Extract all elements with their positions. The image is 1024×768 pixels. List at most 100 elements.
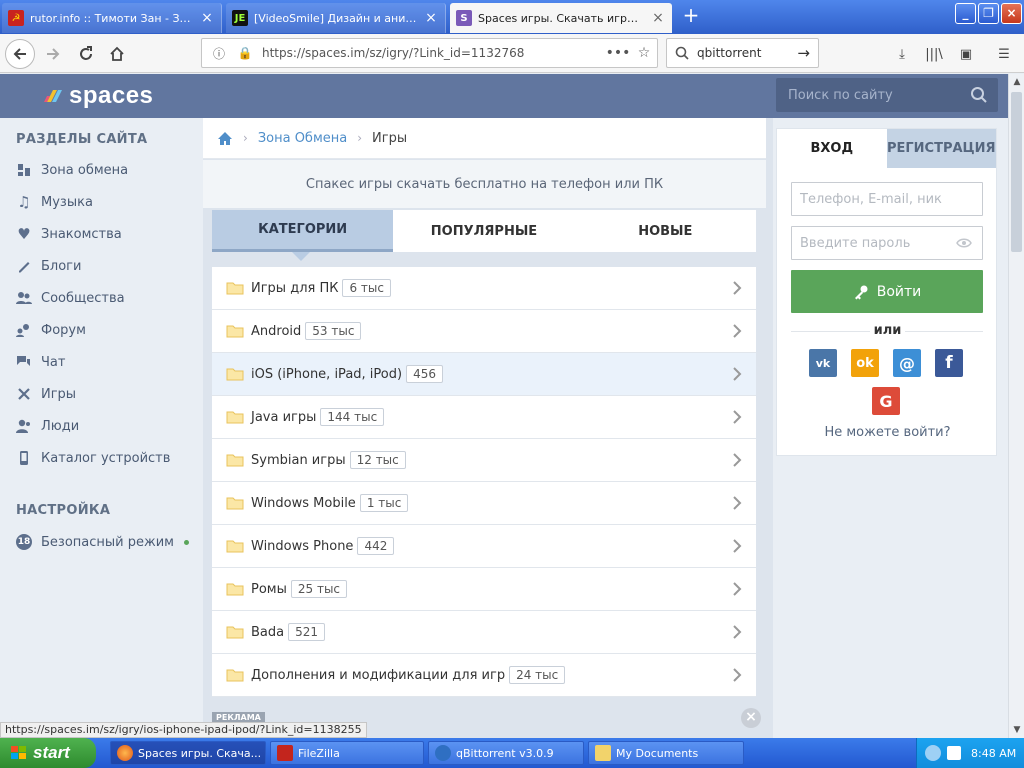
- bookmark-star-icon[interactable]: ☆: [631, 45, 657, 61]
- taskbar-task-firefox[interactable]: Spaces игры. Скача...: [110, 741, 266, 765]
- vk-login-button[interactable]: vk: [809, 349, 837, 377]
- close-tab-icon[interactable]: ×: [199, 10, 215, 26]
- scroll-up-icon[interactable]: ▲: [1009, 74, 1024, 90]
- start-button[interactable]: start: [0, 738, 96, 768]
- category-count: 53 тыс: [305, 322, 362, 340]
- filezilla-icon: [277, 745, 293, 761]
- home-button[interactable]: [102, 39, 132, 69]
- back-button[interactable]: [5, 39, 35, 69]
- tab-popular[interactable]: ПОПУЛЯРНЫЕ: [393, 210, 574, 252]
- home-icon[interactable]: [217, 131, 233, 146]
- sidebar-toggle-button[interactable]: ▣: [951, 39, 981, 69]
- category-count: 1 тыс: [359, 494, 409, 512]
- new-tab-button[interactable]: +: [680, 5, 702, 27]
- address-bar[interactable]: ⓘ 🔒 https://spaces.im/sz/igry/?Link_id=1…: [201, 38, 658, 68]
- close-window-button[interactable]: ×: [1001, 3, 1022, 24]
- forward-button[interactable]: [38, 39, 68, 69]
- category-name: Windows Mobile: [251, 495, 356, 511]
- list-item[interactable]: Android 53 тыс: [212, 310, 756, 353]
- maximize-window-button[interactable]: ❐: [978, 3, 999, 24]
- library-button[interactable]: |||\: [919, 39, 949, 69]
- login-button[interactable]: Войти: [791, 270, 983, 313]
- google-login-button[interactable]: G: [872, 387, 900, 415]
- sidebar-item-people[interactable]: Люди: [16, 418, 79, 434]
- search-icon[interactable]: [970, 86, 988, 104]
- list-item[interactable]: Ромы 25 тыс: [212, 568, 756, 611]
- clock[interactable]: 8:48 AM: [971, 747, 1016, 760]
- chevron-right-icon: [733, 668, 742, 682]
- close-tab-icon[interactable]: ×: [423, 10, 439, 26]
- browser-tab-rutor[interactable]: ☭ rutor.info :: Тимоти Зан - Звёздн ×: [2, 3, 222, 33]
- folder-icon: [226, 325, 244, 338]
- category-count: 6 тыс: [342, 279, 391, 297]
- sidebar-item-chat[interactable]: Чат: [16, 354, 65, 370]
- menu-button[interactable]: ☰: [989, 39, 1019, 69]
- list-item[interactable]: Bada 521: [212, 611, 756, 654]
- list-item[interactable]: Windows Mobile 1 тыс: [212, 482, 756, 525]
- go-arrow-icon[interactable]: →: [797, 44, 810, 62]
- safe-mode-toggle[interactable]: 18 Безопасный режим: [16, 534, 189, 550]
- spaces-logo[interactable]: spaces: [44, 82, 153, 110]
- tab-register[interactable]: РЕГИСТРАЦИЯ: [886, 129, 996, 168]
- login-field[interactable]: Телефон, E-mail, ник: [791, 182, 983, 216]
- category-count: 25 тыс: [290, 580, 348, 598]
- tab-login[interactable]: ВХОД: [777, 129, 887, 168]
- site-search-input[interactable]: Поиск по сайту: [776, 78, 998, 112]
- close-tab-icon[interactable]: ×: [650, 10, 666, 26]
- tab-new[interactable]: НОВЫЕ: [575, 210, 756, 252]
- sidebar-item-communities[interactable]: Сообщества: [16, 290, 125, 306]
- info-icon[interactable]: ⓘ: [210, 44, 228, 62]
- folder-icon: [226, 497, 244, 510]
- list-item[interactable]: Symbian игры 12 тыс: [212, 439, 756, 482]
- forward-arrow-icon: [47, 48, 60, 60]
- reload-button[interactable]: [71, 39, 101, 69]
- sidebar-item-forum[interactable]: Форум: [16, 322, 86, 338]
- password-field[interactable]: Введите пароль: [791, 226, 983, 260]
- tab-categories[interactable]: КАТЕГОРИИ: [212, 210, 394, 252]
- downloads-button[interactable]: ⤓: [887, 39, 917, 69]
- close-ad-icon[interactable]: ×: [741, 708, 761, 728]
- category-tabs: КАТЕГОРИИ ПОПУЛЯРНЫЕ НОВЫЕ: [212, 210, 756, 252]
- list-item[interactable]: iOS (iPhone, iPad, iPod) 456: [212, 353, 756, 396]
- facebook-login-button[interactable]: f: [935, 349, 963, 377]
- breadcrumb-link[interactable]: Зона Обмена: [258, 131, 347, 146]
- browser-search-bar[interactable]: qbittorrent →: [666, 38, 819, 68]
- browser-tab-videosmile[interactable]: JE [VideoSmile] Дизайн и анимация ×: [226, 3, 446, 33]
- odnoklassniki-login-button[interactable]: ok: [851, 349, 879, 377]
- sidebar-item-music[interactable]: ♫ Музыка: [16, 193, 93, 211]
- page-actions-icon[interactable]: •••: [605, 45, 631, 61]
- list-item[interactable]: Windows Phone 442: [212, 525, 756, 568]
- sidebar-item-games[interactable]: Игры: [16, 386, 76, 402]
- chevron-right-icon: [733, 324, 742, 338]
- sidebar-item-exchange[interactable]: Зона обмена: [16, 162, 128, 178]
- music-icon: ♫: [17, 193, 31, 211]
- page-scrollbar[interactable]: ▲ ▼: [1008, 74, 1024, 738]
- sidebar-item-dating[interactable]: ♥ Знакомства: [16, 225, 122, 243]
- eye-icon[interactable]: [956, 238, 972, 248]
- list-item[interactable]: Игры для ПК 6 тыс: [212, 267, 756, 310]
- taskbar-task-qbittorrent[interactable]: qBittorrent v3.0.9: [428, 741, 584, 765]
- vk-icon: vk: [815, 356, 831, 370]
- scrollbar-thumb[interactable]: [1011, 92, 1022, 252]
- list-item[interactable]: Дополнения и модификации для игр 24 тыс: [212, 654, 756, 697]
- taskbar-task-my-documents[interactable]: My Documents: [588, 741, 744, 765]
- chevron-right-icon: [733, 367, 742, 381]
- mailru-login-button[interactable]: @: [893, 349, 921, 377]
- minimize-window-button[interactable]: _: [955, 3, 976, 24]
- list-item[interactable]: Java игры 144 тыс: [212, 396, 756, 439]
- search-value[interactable]: qbittorrent: [697, 46, 797, 60]
- chevron-right-icon: [733, 496, 742, 510]
- browser-tab-spaces[interactable]: S Spaces игры. Скачать игры на т ×: [450, 3, 672, 33]
- network-icon[interactable]: [925, 745, 941, 761]
- scroll-down-icon[interactable]: ▼: [1009, 722, 1024, 738]
- volume-icon[interactable]: [947, 746, 961, 760]
- phone-icon: [16, 450, 32, 466]
- sidebar-item-devices[interactable]: Каталог устройств: [16, 450, 170, 466]
- taskbar-task-filezilla[interactable]: FileZilla: [270, 741, 424, 765]
- login-tabs: ВХОД РЕГИСТРАЦИЯ: [777, 129, 996, 168]
- url-text[interactable]: https://spaces.im/sz/igry/?Link_id=11327…: [262, 46, 605, 60]
- sidebar-item-blogs[interactable]: Блоги: [16, 258, 81, 274]
- sidebar-item-label: Зона обмена: [41, 162, 129, 178]
- forgot-login-link[interactable]: Не можете войти?: [777, 425, 998, 440]
- sidebar-settings-title: НАСТРОЙКА: [16, 503, 111, 518]
